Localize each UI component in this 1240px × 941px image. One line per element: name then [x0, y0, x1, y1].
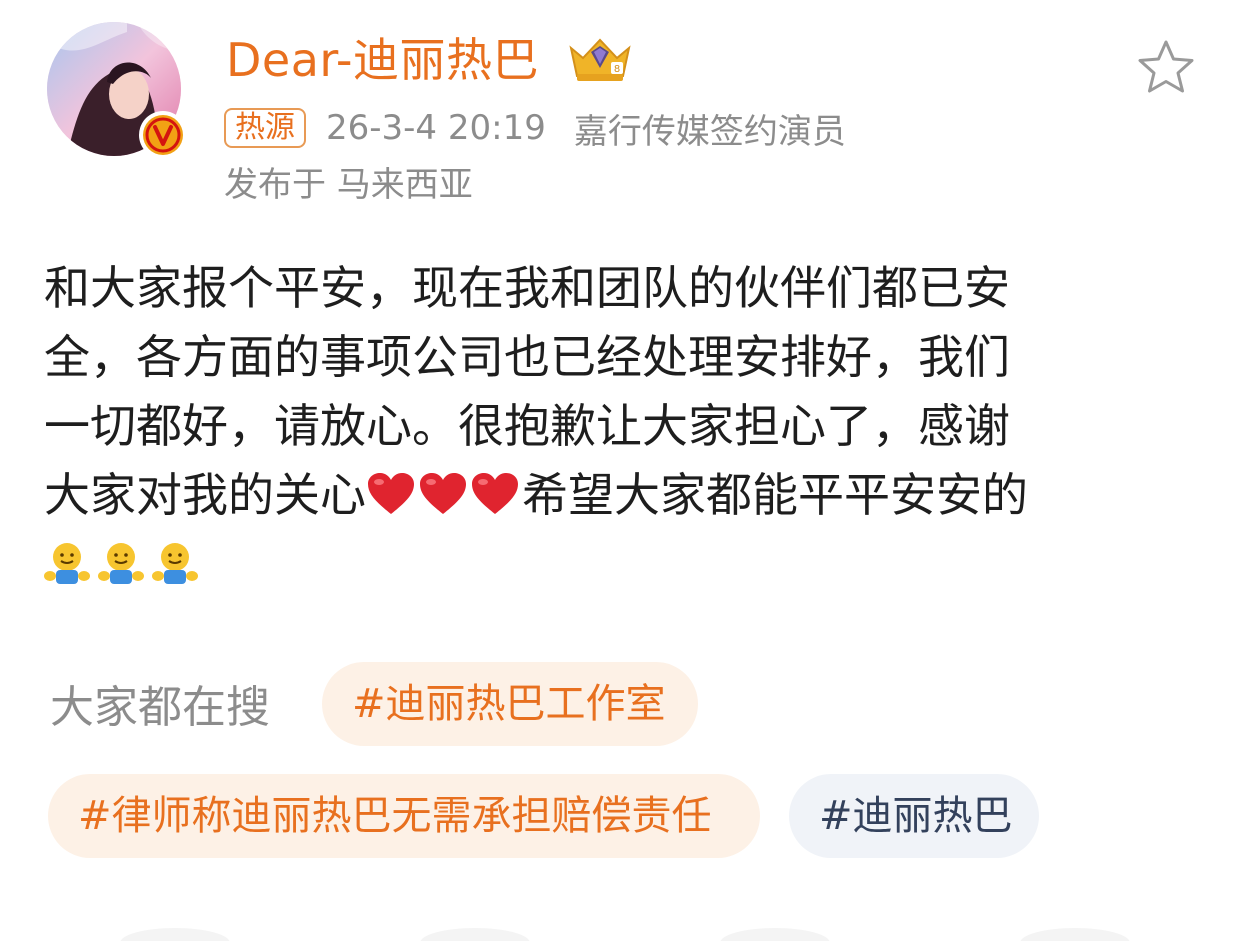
- trending-tag[interactable]: #律师称迪丽热巴无需承担赔偿责任: [48, 774, 760, 858]
- red-heart-icon: [368, 473, 414, 514]
- post-line-with-hearts: 大家对我的关心 希望大家都能平平安安的: [44, 461, 1204, 530]
- crown-icon[interactable]: 8: [567, 34, 633, 84]
- hugging-face-icon: [98, 543, 144, 584]
- post-line: 全，各方面的事项公司也已经处理安排好，我们: [44, 330, 1010, 384]
- red-heart-icon: [472, 473, 518, 514]
- emoji-row: [44, 540, 198, 586]
- post-line: 和大家报个平安，现在我和团队的伙伴们都已安: [44, 261, 1010, 315]
- post-time: 26-3-4 20:19: [326, 108, 546, 148]
- weibo-post-page: Dear-迪丽热巴 8 热源 26-3-4 20:19 嘉行传媒签约演员 发布于…: [0, 0, 1240, 941]
- avatar-container[interactable]: [47, 22, 187, 162]
- username[interactable]: Dear-迪丽热巴: [226, 30, 539, 90]
- svg-text:8: 8: [614, 64, 620, 75]
- verified-badge: [139, 111, 187, 159]
- star-outline-icon[interactable]: [1136, 38, 1196, 96]
- publish-location: 发布于 马来西亚: [224, 165, 473, 205]
- post-line-prefix: 大家对我的关心: [44, 468, 366, 522]
- trending-tag[interactable]: #迪丽热巴: [789, 774, 1039, 858]
- post-content: 和大家报个平安，现在我和团队的伙伴们都已安 全，各方面的事项公司也已经处理安排好…: [44, 254, 1204, 530]
- verified-v-icon: [143, 115, 183, 155]
- post-line-suffix: 希望大家都能平平安安的: [522, 468, 1028, 522]
- hugging-face-icon: [44, 543, 90, 584]
- red-heart-icon: [420, 473, 466, 514]
- trending-tag[interactable]: #迪丽热巴工作室: [322, 662, 698, 746]
- source-badge[interactable]: 热源: [224, 108, 306, 148]
- trending-search-label: 大家都在搜: [50, 682, 270, 733]
- user-description: 嘉行传媒签约演员: [573, 111, 846, 152]
- post-meta: 热源 26-3-4 20:19 嘉行传媒签约演员: [224, 106, 846, 152]
- post-line: 一切都好，请放心。很抱歉让大家担心了，感谢: [44, 399, 1010, 453]
- hugging-face-icon: [152, 543, 198, 584]
